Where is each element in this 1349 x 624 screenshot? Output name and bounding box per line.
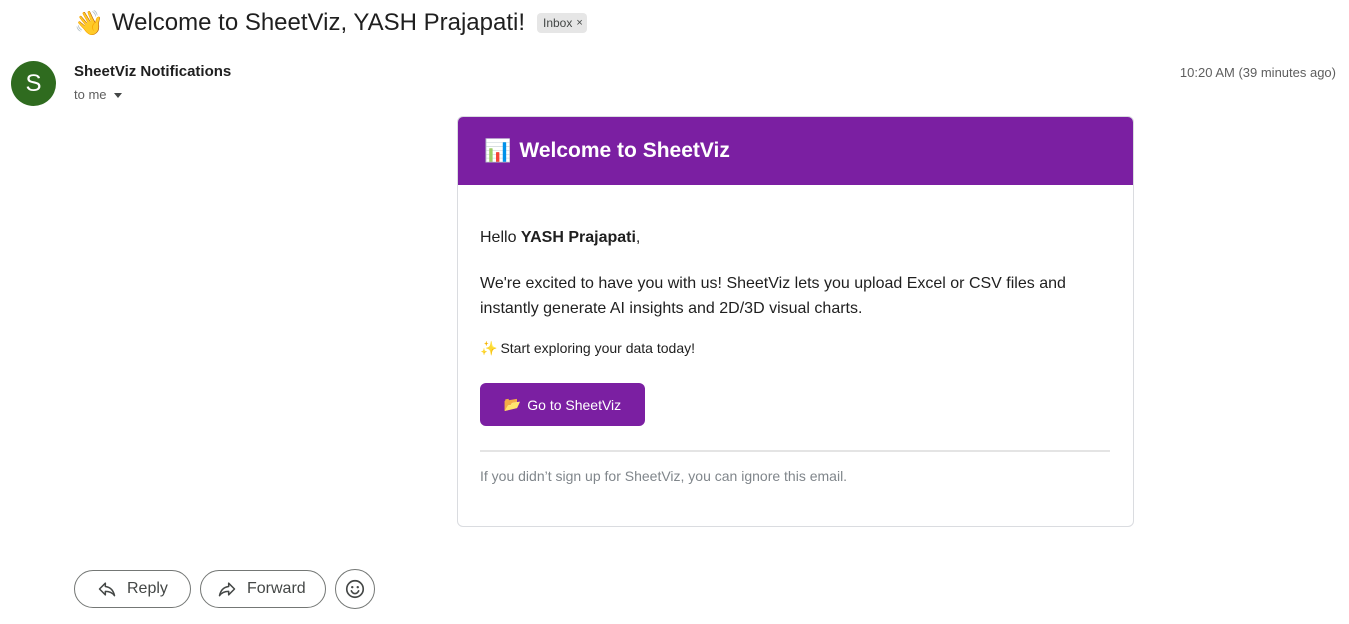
go-to-sheetviz-button[interactable]: 📂 Go to SheetViz bbox=[480, 383, 645, 426]
open-folder-icon: 📂 bbox=[503, 396, 522, 413]
sender-avatar[interactable]: S bbox=[11, 61, 56, 106]
inbox-label-text: Inbox bbox=[543, 15, 573, 30]
subject-text: Welcome to SheetViz, YASH Prajapati! bbox=[111, 9, 525, 36]
bar-chart-icon: 📊 bbox=[484, 138, 512, 164]
sparkles-icon: ✨ bbox=[480, 341, 498, 357]
forward-button[interactable]: Forward bbox=[200, 570, 326, 608]
inbox-label-chip: Inbox × bbox=[537, 13, 587, 33]
divider bbox=[480, 450, 1110, 452]
email-view: 👋 Welcome to SheetViz, YASH Prajapati! I… bbox=[0, 0, 1349, 624]
forward-label: Forward bbox=[247, 580, 306, 597]
caret-down-icon bbox=[113, 93, 122, 98]
recipient-details-toggle[interactable]: to me bbox=[74, 87, 122, 102]
recipient-text: to me bbox=[74, 87, 107, 102]
cta-label: Go to SheetViz bbox=[527, 396, 622, 413]
reply-button[interactable]: Reply bbox=[74, 570, 191, 608]
waving-hand-icon: 👋 bbox=[74, 9, 104, 37]
remove-label-icon[interactable]: × bbox=[576, 17, 582, 29]
greeting-prefix: Hello bbox=[480, 229, 521, 246]
intro-paragraph: We're excited to have you with us! Sheet… bbox=[480, 275, 1066, 317]
footer-note: If you didn’t sign up for SheetViz, you … bbox=[480, 468, 848, 484]
email-subject: 👋 Welcome to SheetViz, YASH Prajapati! I… bbox=[74, 6, 587, 40]
explore-text: Start exploring your data today! bbox=[500, 340, 695, 356]
smiley-icon bbox=[345, 579, 365, 599]
explore-line: ✨ Start exploring your data today! bbox=[480, 340, 695, 357]
sender-name[interactable]: SheetViz Notifications bbox=[74, 63, 231, 80]
emoji-reaction-button[interactable] bbox=[335, 569, 375, 609]
greeting-name: YASH Prajapati bbox=[520, 229, 636, 246]
reply-icon bbox=[98, 582, 116, 597]
reply-label: Reply bbox=[127, 580, 168, 597]
email-banner: 📊 Welcome to SheetViz bbox=[458, 117, 1133, 185]
email-timestamp: 10:20 AM (39 minutes ago) bbox=[1179, 65, 1336, 80]
forward-icon bbox=[218, 582, 236, 597]
greeting: Hello YASH Prajapati, bbox=[480, 229, 640, 247]
message-actions: Reply Forward bbox=[74, 569, 375, 609]
banner-title: Welcome to SheetViz bbox=[519, 139, 730, 162]
greeting-suffix: , bbox=[635, 229, 641, 246]
email-body-card: 📊 Welcome to SheetViz Hello YASH Prajapa… bbox=[457, 116, 1134, 527]
